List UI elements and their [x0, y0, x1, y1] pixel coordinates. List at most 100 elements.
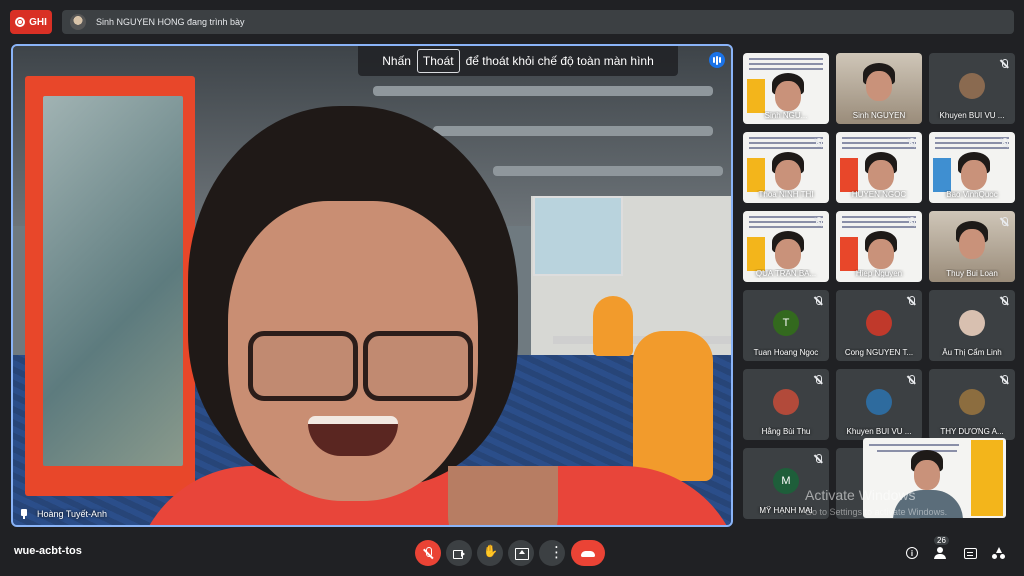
participant-avatar: [959, 389, 985, 415]
participant-tile[interactable]: Thoa NINH THI: [743, 132, 829, 203]
self-view-video[interactable]: [863, 438, 1006, 518]
participant-tile[interactable]: Hiep Nguyen: [836, 211, 922, 282]
recording-indicator[interactable]: GHI: [10, 10, 52, 34]
participant-avatar: T: [773, 310, 799, 336]
participant-name: Hằng Bùi Thu: [761, 427, 811, 436]
participant-name: QUA TRAN BA...: [755, 269, 817, 278]
mic-off-icon: [422, 547, 434, 559]
speaker-neck: [448, 466, 558, 525]
camera-toggle-button[interactable]: [446, 540, 472, 566]
participant-face: [775, 239, 801, 269]
participant-tile[interactable]: THY DƯƠNG A...: [929, 369, 1015, 440]
participant-tile[interactable]: Cong NGUYEN T...: [836, 290, 922, 361]
participant-tile[interactable]: Khuyen BUI VU ...: [929, 53, 1015, 124]
activate-windows-title: Activate Windows: [805, 487, 916, 503]
present-button[interactable]: [508, 540, 534, 566]
escape-key-hint: Thoát: [416, 49, 460, 73]
slide-line: [869, 444, 959, 446]
participant-face: [961, 160, 987, 190]
presenting-text: Sinh NGUYEN HONG đang trình bày: [96, 17, 245, 27]
chair: [593, 296, 633, 356]
mic-off-icon: [812, 216, 824, 228]
participant-face: [775, 81, 801, 111]
mic-off-icon: [812, 374, 824, 386]
pin-icon[interactable]: [19, 509, 29, 519]
fullscreen-toast: Nhấn Thoát để thoát khỏi chế độ toàn màn…: [358, 46, 678, 76]
slide-graphic: [933, 158, 951, 192]
mic-toggle-button[interactable]: [415, 540, 441, 566]
participant-avatar: [866, 389, 892, 415]
participant-tile[interactable]: Âu Thị Cẩm Linh: [929, 290, 1015, 361]
participant-name: Hiep Nguyen: [855, 269, 903, 278]
bottom-bar: wue-acbt-tos i: [0, 530, 1024, 576]
top-bar: GHI Sinh NGUYEN HONG đang trình bày: [0, 0, 1024, 42]
participant-name: THY DƯƠNG A...: [940, 427, 1004, 436]
speaker-face: [228, 201, 478, 501]
mic-off-icon: [905, 374, 917, 386]
toast-text-after: để thoát khỏi chế độ toàn màn hình: [465, 54, 654, 68]
slide-graphic: [747, 158, 765, 192]
mic-off-icon: [812, 137, 824, 149]
participant-face: [959, 229, 985, 259]
main-speaker-video[interactable]: Nhấn Thoát để thoát khỏi chế độ toàn màn…: [11, 44, 733, 527]
duct: [373, 86, 713, 96]
mic-off-icon: [998, 137, 1010, 149]
participant-tile[interactable]: Sinh NGUYEN: [836, 53, 922, 124]
slide-line: [749, 68, 823, 70]
participant-name: Âu Thị Cẩm Linh: [942, 348, 1002, 357]
mic-off-icon: [998, 374, 1010, 386]
participant-tile[interactable]: Sinh NGU...: [743, 53, 829, 124]
mic-off-icon: [905, 137, 917, 149]
participant-name: Khuyen BUI VU ...: [846, 427, 912, 436]
self-face: [914, 460, 940, 490]
speaker-name-tag: Hoàng Tuyết-Anh: [19, 509, 107, 519]
participant-tile[interactable]: HUYEN NGOC: [836, 132, 922, 203]
participant-tile[interactable]: QUA TRAN BA...: [743, 211, 829, 282]
presenter-avatar: [70, 14, 86, 30]
participant-avatar: [959, 310, 985, 336]
more-vert-icon: [546, 543, 564, 561]
presenting-banner[interactable]: Sinh NGUYEN HONG đang trình bày: [62, 10, 1014, 34]
camera-icon: [453, 547, 465, 559]
more-options-button[interactable]: [539, 540, 565, 566]
leave-call-button[interactable]: [571, 540, 605, 566]
slide-graphic: [747, 79, 765, 113]
participant-name: Thuy Bui Loan: [946, 269, 998, 278]
slide-graphic: [840, 237, 858, 271]
meeting-details-button[interactable]: i: [903, 544, 921, 562]
participant-tile[interactable]: T Tuan Hoang Ngoc: [743, 290, 829, 361]
activities-button[interactable]: [990, 544, 1008, 562]
participant-name: Khuyen BUI VU ...: [939, 111, 1005, 120]
booth-glass: [43, 96, 183, 466]
participant-name: Cong NGUYEN T...: [844, 348, 914, 357]
participant-face: [866, 71, 892, 101]
glasses-right: [363, 331, 473, 401]
chair: [633, 331, 713, 481]
slide-graphic: [840, 158, 858, 192]
raise-hand-button[interactable]: [477, 540, 503, 566]
participant-tile[interactable]: Khuyen BUI VU ...: [836, 369, 922, 440]
participant-face: [868, 160, 894, 190]
participant-name: Sinh NGU...: [764, 111, 808, 120]
call-end-icon: [581, 547, 595, 559]
participant-avatar: [866, 310, 892, 336]
mic-off-icon: [998, 58, 1010, 70]
chat-button[interactable]: [961, 544, 979, 562]
glasses-left: [248, 331, 358, 401]
participant-name: Bao VinhQuoc: [946, 190, 998, 199]
participant-avatar: [773, 389, 799, 415]
participant-tile[interactable]: Hằng Bùi Thu: [743, 369, 829, 440]
info-icon: i: [906, 547, 918, 559]
mic-off-icon: [812, 295, 824, 307]
people-button[interactable]: [932, 544, 950, 562]
participant-tile[interactable]: Thuy Bui Loan: [929, 211, 1015, 282]
participant-avatar: M: [773, 468, 799, 494]
slide-line: [749, 63, 823, 65]
mic-off-icon: [998, 295, 1010, 307]
participant-tile[interactable]: Bao VinhQuoc: [929, 132, 1015, 203]
speaker-name: Hoàng Tuyết-Anh: [37, 509, 108, 519]
speaker-mouth: [308, 416, 398, 456]
meeting-code: wue-acbt-tos: [14, 545, 82, 557]
participant-avatar: [959, 73, 985, 99]
people-icon: [934, 547, 948, 559]
